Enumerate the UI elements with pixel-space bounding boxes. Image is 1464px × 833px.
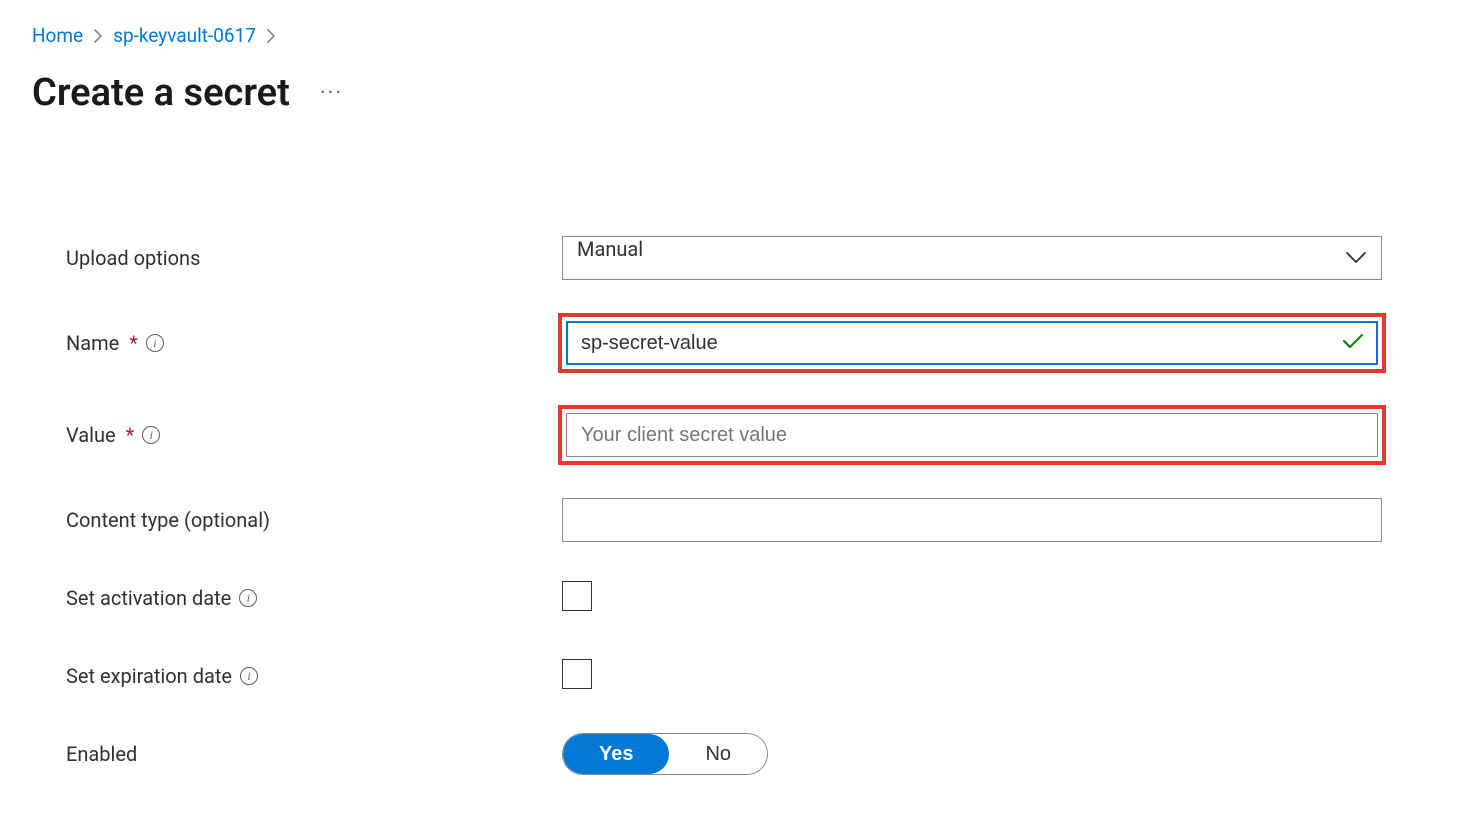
breadcrumb-vault-link[interactable]: sp-keyvault-0617 (113, 24, 256, 47)
label-text: Enabled (66, 742, 137, 766)
chevron-right-icon (266, 29, 276, 43)
info-icon[interactable]: i (239, 589, 257, 607)
info-icon[interactable]: i (142, 426, 160, 444)
enabled-row: Enabled Yes No (66, 731, 1432, 777)
label-text: Set activation date (66, 586, 231, 610)
page-title: Create a secret (32, 71, 290, 115)
label-text: Content type (optional) (66, 508, 270, 532)
breadcrumb: Home sp-keyvault-0617 (32, 24, 1432, 47)
content-type-label: Content type (optional) (66, 508, 562, 532)
name-label: Name * i (66, 331, 562, 355)
required-star-icon: * (126, 423, 135, 447)
expiration-date-checkbox[interactable] (562, 659, 592, 689)
label-text: Upload options (66, 246, 200, 270)
content-type-row: Content type (optional) (66, 497, 1432, 543)
info-icon[interactable]: i (146, 334, 164, 352)
value-row: Value * i (66, 405, 1432, 465)
enabled-no-button[interactable]: No (669, 734, 767, 774)
upload-options-select[interactable]: Manual (562, 236, 1382, 280)
value-label: Value * i (66, 423, 562, 447)
expiration-date-row: Set expiration date i (66, 653, 1432, 699)
content-type-field (562, 498, 1382, 542)
value-input[interactable] (566, 413, 1378, 457)
upload-options-label: Upload options (66, 246, 562, 270)
activation-date-row: Set activation date i (66, 575, 1432, 621)
select-value: Manual (577, 237, 643, 261)
page-title-row: Create a secret ··· (32, 71, 1432, 115)
enabled-field: Yes No (562, 733, 1382, 775)
name-row: Name * i (66, 313, 1432, 373)
breadcrumb-home-link[interactable]: Home (32, 24, 83, 47)
name-input[interactable] (566, 321, 1378, 365)
info-icon[interactable]: i (240, 667, 258, 685)
chevron-down-icon (1345, 246, 1367, 270)
enabled-yes-button[interactable]: Yes (563, 734, 669, 774)
activation-date-checkbox[interactable] (562, 581, 592, 611)
label-text: Value (66, 423, 116, 447)
more-menu-icon[interactable]: ··· (320, 81, 343, 106)
upload-options-field: Manual (562, 236, 1382, 280)
expiration-date-field (562, 659, 1382, 693)
chevron-right-icon (93, 29, 103, 43)
label-text: Name (66, 331, 119, 355)
activation-date-label: Set activation date i (66, 586, 562, 610)
enabled-toggle: Yes No (562, 733, 768, 775)
required-star-icon: * (129, 331, 138, 355)
create-secret-form: Upload options Manual Name * i (32, 235, 1432, 777)
content-type-input[interactable] (562, 498, 1382, 542)
value-highlight (558, 405, 1386, 465)
label-text: Set expiration date (66, 664, 232, 688)
expiration-date-label: Set expiration date i (66, 664, 562, 688)
enabled-label: Enabled (66, 742, 562, 766)
upload-options-row: Upload options Manual (66, 235, 1432, 281)
name-highlight (558, 313, 1386, 373)
activation-date-field (562, 581, 1382, 615)
